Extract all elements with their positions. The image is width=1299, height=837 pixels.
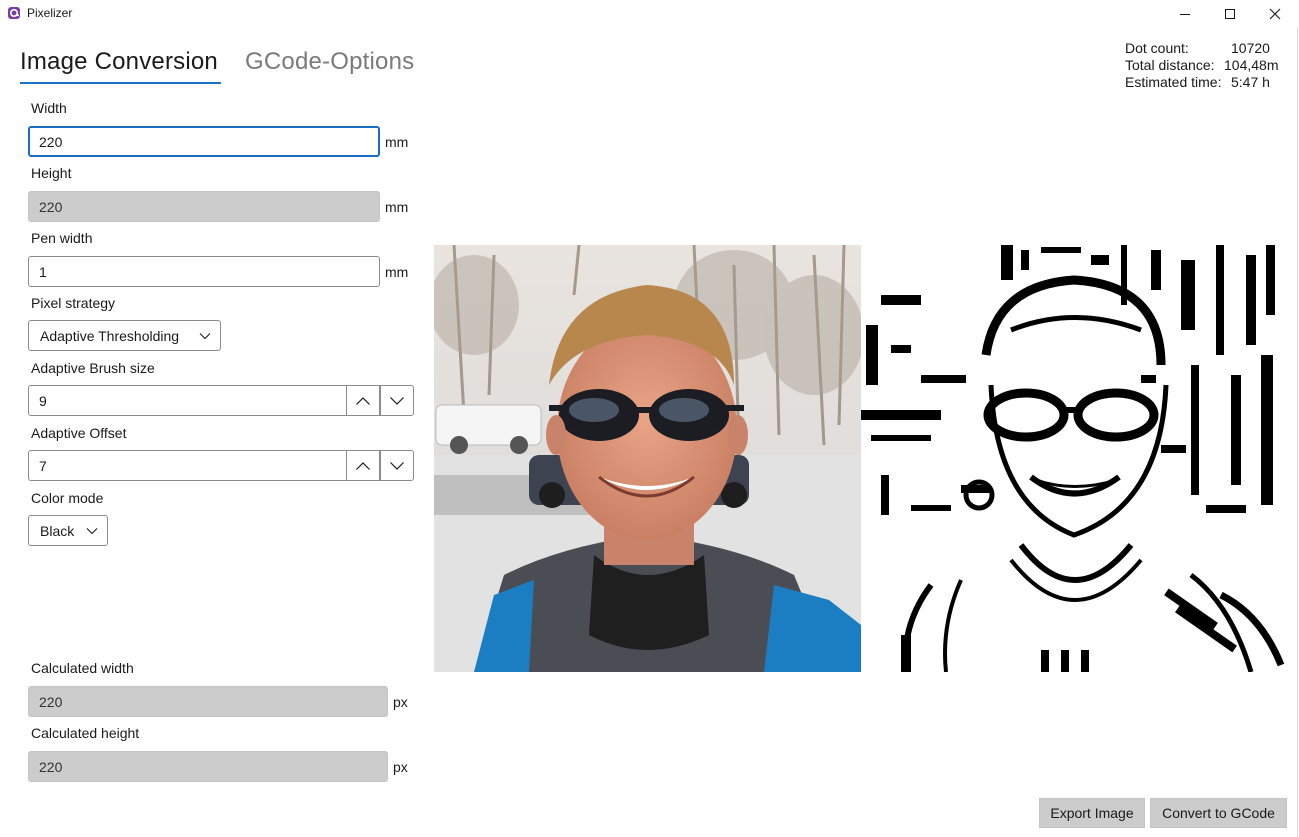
- source-photo: [434, 245, 861, 672]
- chevron-up-icon: [356, 396, 370, 405]
- maximize-icon: [1225, 9, 1235, 19]
- calculated-width-label: Calculated width: [31, 660, 134, 676]
- dot-count-value: 10720: [1231, 40, 1270, 56]
- pixel-strategy-dropdown[interactable]: Adaptive Thresholding: [28, 320, 221, 351]
- thresholded-preview: [861, 245, 1288, 672]
- active-tab-indicator: [20, 82, 221, 84]
- height-input: 220: [28, 191, 380, 222]
- brush-size-increment-button[interactable]: [346, 385, 380, 416]
- width-input[interactable]: 220: [28, 126, 380, 157]
- adaptive-brush-size-label: Adaptive Brush size: [31, 360, 155, 376]
- color-mode-label: Color mode: [31, 490, 104, 506]
- title-bar: Pixelizer: [0, 0, 1299, 28]
- maximize-button[interactable]: [1207, 0, 1253, 28]
- dot-count-label: Dot count:: [1125, 40, 1189, 56]
- adaptive-brush-size-input[interactable]: 9: [28, 385, 347, 416]
- calculated-width-unit: px: [393, 694, 408, 710]
- offset-decrement-button[interactable]: [380, 450, 414, 481]
- calculated-height-label: Calculated height: [31, 725, 140, 741]
- tab-image-conversion[interactable]: Image Conversion: [20, 48, 218, 76]
- calculated-width-input: 220: [28, 686, 388, 717]
- estimated-time-row: Estimated time: 5:47 h: [1125, 74, 1278, 91]
- color-mode-value: Black: [40, 522, 75, 539]
- offset-increment-button[interactable]: [346, 450, 380, 481]
- pen-width-unit: mm: [385, 264, 409, 280]
- close-icon: [1269, 8, 1281, 20]
- export-image-button[interactable]: Export Image: [1039, 798, 1145, 828]
- chevron-down-icon: [199, 333, 211, 340]
- pen-width-input[interactable]: 1: [28, 256, 380, 287]
- width-unit: mm: [385, 134, 409, 150]
- pen-width-label: Pen width: [31, 230, 93, 246]
- convert-to-gcode-button[interactable]: Convert to GCode: [1150, 798, 1287, 828]
- estimated-time-label: Estimated time:: [1125, 74, 1222, 90]
- total-distance-row: Total distance: 104,48m: [1125, 57, 1278, 74]
- brush-size-decrement-button[interactable]: [380, 385, 414, 416]
- chevron-down-icon: [390, 396, 404, 405]
- close-button[interactable]: [1252, 0, 1298, 28]
- minimize-button[interactable]: [1162, 0, 1208, 28]
- chevron-up-icon: [356, 461, 370, 470]
- total-distance-value: 104,48m: [1224, 57, 1279, 73]
- window-title: Pixelizer: [27, 6, 73, 20]
- app-logo-icon: [8, 7, 20, 19]
- color-mode-dropdown[interactable]: Black: [28, 515, 108, 546]
- width-label: Width: [31, 100, 67, 116]
- pixel-strategy-value: Adaptive Thresholding: [40, 327, 180, 344]
- dot-count-row: Dot count: 10720: [1125, 40, 1278, 57]
- pixel-strategy-label: Pixel strategy: [31, 295, 116, 311]
- tab-gcode-options[interactable]: GCode-Options: [245, 48, 414, 76]
- calculated-height-unit: px: [393, 759, 408, 775]
- chevron-down-icon: [390, 461, 404, 470]
- height-unit: mm: [385, 199, 409, 215]
- adaptive-offset-label: Adaptive Offset: [31, 425, 127, 441]
- height-label: Height: [31, 165, 72, 181]
- adaptive-offset-input[interactable]: 7: [28, 450, 347, 481]
- total-distance-label: Total distance:: [1125, 57, 1215, 73]
- window-edge: [1297, 28, 1298, 837]
- stats-panel: Dot count: 10720 Total distance: 104,48m…: [1125, 40, 1278, 91]
- estimated-time-value: 5:47 h: [1231, 74, 1270, 90]
- calculated-height-input: 220: [28, 751, 388, 782]
- minimize-icon: [1180, 14, 1190, 15]
- chevron-down-icon: [86, 528, 98, 535]
